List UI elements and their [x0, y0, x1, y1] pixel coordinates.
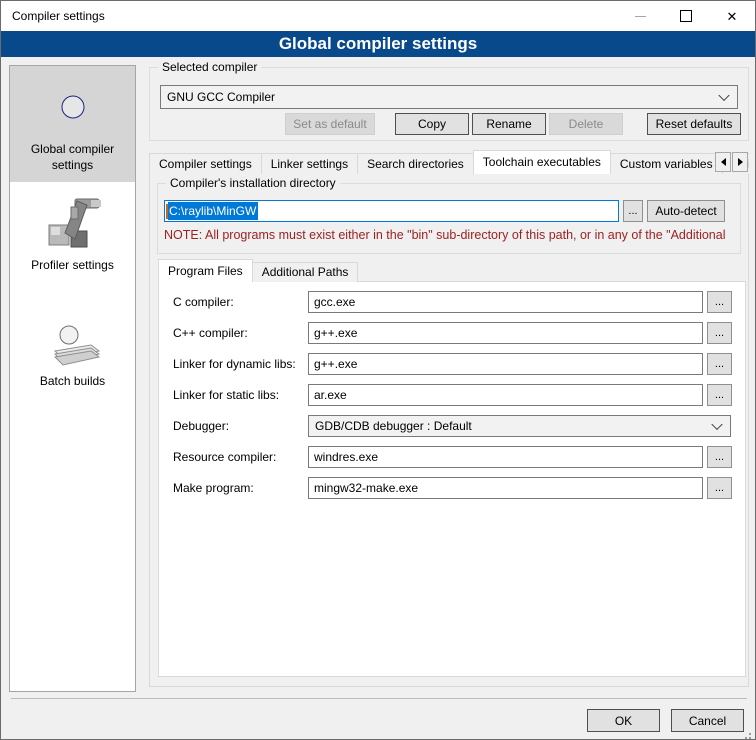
debugger-value: GDB/CDB debugger : Default	[315, 419, 472, 433]
sidebar-item-label: Batch builds	[35, 374, 110, 390]
tab-toolchain-executables[interactable]: Toolchain executables	[473, 150, 611, 174]
chevron-down-icon	[711, 419, 722, 430]
maximize-button[interactable]	[663, 1, 709, 31]
field-row: Linker for dynamic libs:...	[159, 353, 745, 375]
field-label: C compiler:	[173, 291, 234, 313]
field-row: Make program:...	[159, 477, 745, 499]
compiler-select[interactable]: GNU GCC Compiler	[160, 85, 738, 109]
sidebar-item-label: Profiler settings	[26, 258, 119, 274]
field-row: Linker for static libs:...	[159, 384, 745, 406]
field-label: Make program:	[173, 477, 254, 499]
tab-custom-variables[interactable]: Custom variables	[610, 153, 723, 174]
field-label: C++ compiler:	[173, 322, 248, 344]
sidebar-item-label: Global compiler settings	[10, 142, 135, 173]
delete-button[interactable]: Delete	[549, 113, 623, 135]
linker-for-static-libs-browse-button[interactable]: ...	[707, 384, 732, 406]
program-files-page: C compiler:...C++ compiler:...Linker for…	[158, 281, 746, 677]
sidebar-item-global-compiler-settings[interactable]: Global compiler settings	[10, 66, 135, 182]
field-row: Resource compiler:...	[159, 446, 745, 468]
tab-compiler-settings[interactable]: Compiler settings	[149, 153, 262, 174]
blue-gear-icon	[41, 75, 105, 139]
linker-for-dynamic-libs-browse-button[interactable]: ...	[707, 353, 732, 375]
compiler-settings-dialog: Compiler settings ✕ Global compiler sett…	[0, 0, 756, 740]
field-row: C++ compiler:...	[159, 322, 745, 344]
titlebar: Compiler settings ✕	[1, 1, 755, 31]
cancel-button[interactable]: Cancel	[671, 709, 744, 732]
resource-compiler-browse-button[interactable]: ...	[707, 446, 732, 468]
linker-for-static-libs-input[interactable]	[308, 384, 703, 406]
browse-directory-button[interactable]: ...	[623, 200, 643, 222]
window-title: Compiler settings	[12, 9, 105, 23]
tab-search-directories[interactable]: Search directories	[357, 153, 474, 174]
resource-compiler-input[interactable]	[308, 446, 703, 468]
installation-directory-value: C:\raylib\MinGW	[168, 202, 258, 220]
maximize-icon	[680, 10, 692, 22]
subtab-program-files[interactable]: Program Files	[158, 259, 253, 282]
reset-defaults-button[interactable]: Reset defaults	[647, 113, 741, 135]
tab-scroll-left-button[interactable]	[715, 152, 731, 172]
resize-grip[interactable]	[749, 733, 751, 735]
settings-category-list: Global compiler settings Profiler settin…	[9, 65, 136, 692]
minimize-icon	[635, 16, 646, 17]
subtab-additional-paths[interactable]: Additional Paths	[252, 262, 359, 282]
field-row: C compiler:...	[159, 291, 745, 313]
profiler-caliper-icon	[41, 191, 105, 255]
c-compiler-browse-button[interactable]: ...	[707, 291, 732, 313]
c++-compiler-input[interactable]	[308, 322, 703, 344]
right-arrow-icon	[738, 158, 743, 166]
rename-button[interactable]: Rename	[472, 113, 546, 135]
toolchain-executables-panel: Compiler's installation directory C:\ray…	[149, 173, 749, 687]
autodetect-button[interactable]: Auto-detect	[647, 200, 725, 222]
field-row: Debugger: GDB/CDB debugger : Default	[159, 415, 745, 437]
footer-separator	[11, 698, 747, 699]
compiler-select-value: GNU GCC Compiler	[167, 90, 275, 104]
close-icon: ✕	[727, 10, 738, 23]
page-title: Global compiler settings	[1, 31, 755, 57]
sidebar-item-profiler-settings[interactable]: Profiler settings	[10, 182, 135, 298]
tab-linker-settings[interactable]: Linker settings	[261, 153, 358, 174]
close-button[interactable]: ✕	[709, 1, 755, 31]
make-program-browse-button[interactable]: ...	[707, 477, 732, 499]
ok-button[interactable]: OK	[587, 709, 660, 732]
c-compiler-input[interactable]	[308, 291, 703, 313]
linker-for-dynamic-libs-input[interactable]	[308, 353, 703, 375]
sidebar-item-batch-builds[interactable]: Batch builds	[10, 298, 135, 414]
copy-button[interactable]: Copy	[395, 113, 469, 135]
chevron-down-icon	[718, 90, 729, 101]
field-label: Debugger:	[173, 415, 229, 437]
installation-directory-group: Compiler's installation directory C:\ray…	[157, 183, 741, 254]
field-label: Resource compiler:	[173, 446, 276, 468]
field-label: Linker for dynamic libs:	[173, 353, 296, 375]
debugger-select[interactable]: GDB/CDB debugger : Default	[308, 415, 731, 437]
c++-compiler-browse-button[interactable]: ...	[707, 322, 732, 344]
batch-builds-icon	[41, 307, 105, 371]
program-tabs: Program FilesAdditional Paths	[158, 260, 358, 282]
installation-directory-legend: Compiler's installation directory	[166, 176, 340, 190]
selected-compiler-group: Selected compiler GNU GCC Compiler Set a…	[149, 67, 749, 141]
tab-scroll-right-button[interactable]	[732, 152, 748, 172]
selected-compiler-legend: Selected compiler	[158, 60, 261, 74]
installation-directory-input[interactable]: C:\raylib\MinGW	[164, 200, 619, 222]
bin-subdirectory-note: NOTE: All programs must exist either in …	[164, 228, 736, 242]
settings-tabs: Compiler settingsLinker settingsSearch d…	[149, 151, 749, 174]
left-arrow-icon	[721, 158, 726, 166]
set-as-default-button[interactable]: Set as default	[285, 113, 375, 135]
make-program-input[interactable]	[308, 477, 703, 499]
field-label: Linker for static libs:	[173, 384, 279, 406]
minimize-button[interactable]	[617, 1, 663, 31]
